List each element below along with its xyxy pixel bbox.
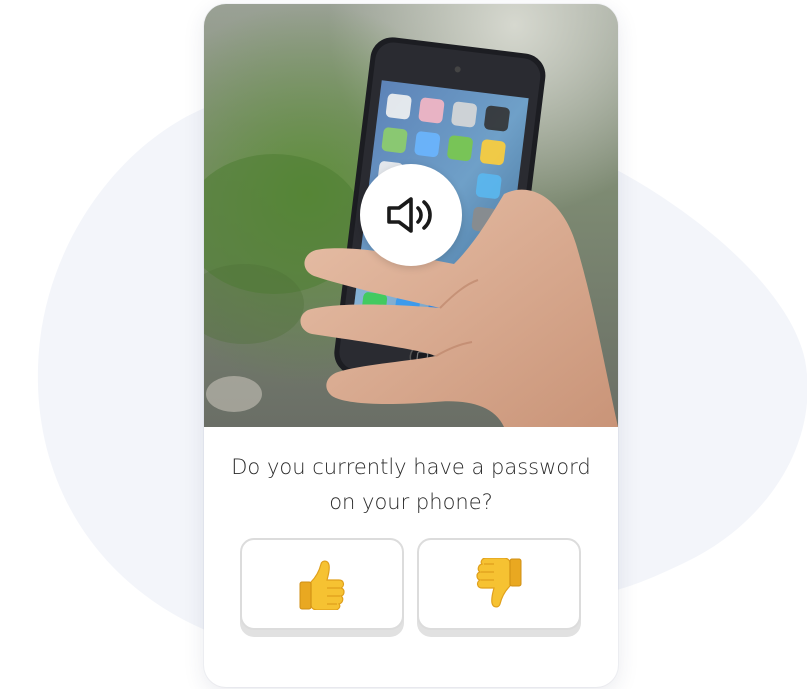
- stage: Do you currently have a password on your…: [0, 0, 807, 689]
- phone-photo: [204, 4, 618, 427]
- thumbs-up-button[interactable]: [240, 538, 404, 630]
- question-text: Do you currently have a password on your…: [204, 450, 618, 520]
- question-line-1: Do you currently have a password: [231, 455, 591, 479]
- thumbs-down-icon: [476, 558, 522, 608]
- speaker-icon: [387, 197, 432, 233]
- thumbs-down-button[interactable]: [417, 538, 581, 630]
- question-line-2: on your phone?: [329, 490, 493, 514]
- play-audio-button[interactable]: [360, 164, 462, 266]
- thumbs-up-icon: [299, 560, 345, 610]
- question-card: Do you currently have a password on your…: [204, 4, 618, 687]
